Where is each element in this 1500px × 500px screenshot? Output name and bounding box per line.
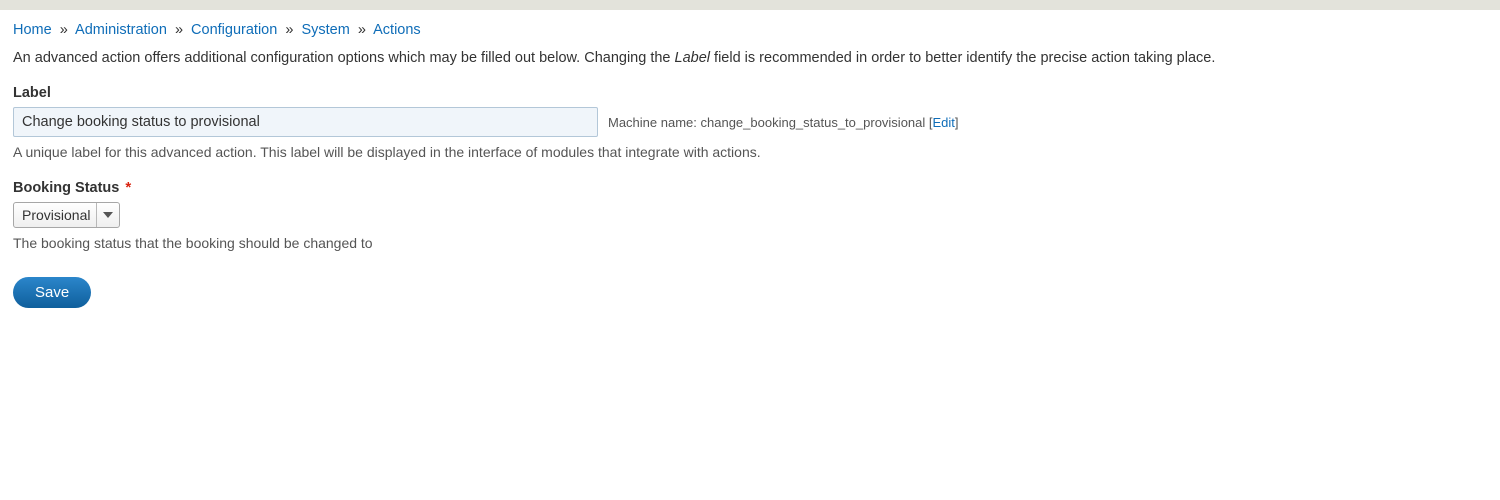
intro-italic: Label: [675, 50, 710, 66]
booking-status-description: The booking status that the booking shou…: [13, 234, 1487, 254]
breadcrumb-home[interactable]: Home: [13, 22, 52, 38]
booking-status-label: Booking Status *: [13, 179, 1487, 196]
label-input[interactable]: [13, 107, 598, 137]
breadcrumb: Home » Administration » Configuration » …: [13, 22, 1487, 38]
booking-status-selected-value: Provisional: [22, 207, 96, 223]
machine-name-bracket-close: ]: [955, 115, 959, 130]
breadcrumb-separator: »: [281, 22, 297, 38]
machine-name-value: change_booking_status_to_provisional: [701, 115, 926, 130]
save-button[interactable]: Save: [13, 277, 91, 308]
label-field-label: Label: [13, 85, 1487, 101]
label-row: Machine name: change_booking_status_to_p…: [13, 107, 1487, 137]
breadcrumb-administration[interactable]: Administration: [75, 22, 167, 38]
form-item-booking-status: Booking Status * Provisional The booking…: [13, 179, 1487, 254]
breadcrumb-separator: »: [354, 22, 370, 38]
breadcrumb-separator: »: [171, 22, 187, 38]
breadcrumb-configuration[interactable]: Configuration: [191, 22, 277, 38]
machine-name-edit-link[interactable]: Edit: [933, 115, 955, 130]
intro-text: An advanced action offers additional con…: [13, 48, 1487, 69]
main-content: Home » Administration » Configuration » …: [0, 10, 1500, 320]
chevron-down-icon: [103, 212, 113, 218]
top-bar: [0, 0, 1500, 10]
label-description: A unique label for this advanced action.…: [13, 143, 1487, 163]
form-item-label: Label Machine name: change_booking_statu…: [13, 85, 1487, 163]
machine-name: Machine name: change_booking_status_to_p…: [608, 115, 959, 130]
required-mark: *: [125, 179, 131, 196]
breadcrumb-system[interactable]: System: [301, 22, 349, 38]
machine-name-prefix: Machine name:: [608, 115, 701, 130]
select-caret: [96, 203, 113, 227]
machine-name-bracket-open: [: [925, 115, 932, 130]
intro-suffix: field is recommended in order to better …: [710, 50, 1215, 66]
booking-status-select[interactable]: Provisional: [13, 202, 120, 228]
breadcrumb-separator: »: [56, 22, 72, 38]
intro-prefix: An advanced action offers additional con…: [13, 50, 675, 66]
breadcrumb-actions[interactable]: Actions: [373, 22, 421, 38]
booking-status-label-text: Booking Status: [13, 180, 119, 196]
